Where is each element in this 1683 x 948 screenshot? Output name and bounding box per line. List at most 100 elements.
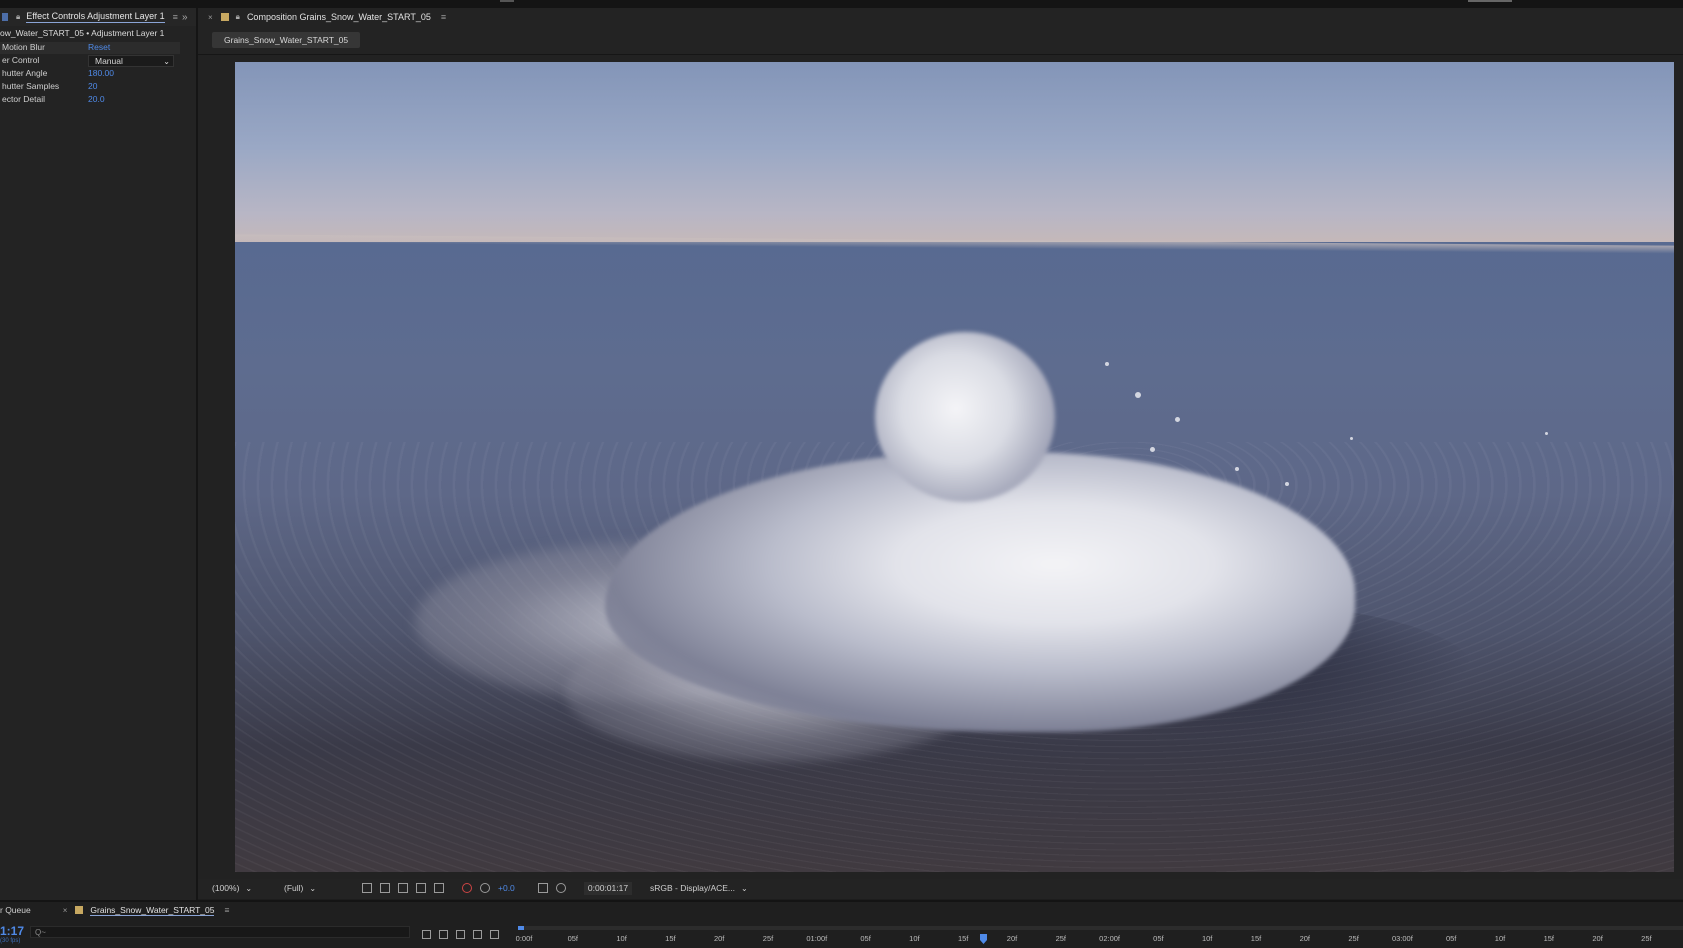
ruler-tick-label: 01:00f — [806, 934, 828, 943]
work-area-start[interactable] — [518, 926, 524, 930]
vector-detail-value[interactable]: 20.0 — [88, 94, 105, 104]
close-icon[interactable]: × — [208, 13, 213, 22]
tab-timeline-comp[interactable]: Grains_Snow_Water_START_05 — [90, 905, 215, 916]
panel-menu-icon[interactable]: ≡ — [441, 12, 446, 22]
reset-link[interactable]: Reset — [88, 42, 110, 52]
prop-label: er Control — [2, 55, 40, 65]
effect-name: Motion Blur — [2, 42, 45, 52]
viewer-timecode[interactable]: 0:00:01:17 — [584, 882, 632, 895]
ruler-tick-label: 02:00f — [1099, 934, 1121, 943]
chevron-down-icon: ⌄ — [741, 884, 748, 893]
ruler-tick-label: 25f — [1055, 934, 1067, 943]
droplet — [1105, 362, 1109, 366]
color-channel-icon[interactable] — [462, 883, 472, 893]
ruler-tick-label: 15f — [957, 934, 969, 943]
guides-icon[interactable] — [416, 883, 426, 893]
ruler-tick-label: 05f — [860, 934, 871, 943]
prop-shutter-control: er Control Manual ⌄ — [0, 55, 180, 67]
color-management-value: sRGB - Display/ACE... — [650, 883, 736, 893]
prop-shutter-samples: hutter Samples 20 — [0, 81, 180, 93]
chevron-down-icon: ⌄ — [309, 884, 317, 893]
close-icon[interactable]: × — [63, 906, 68, 915]
shutter-control-dropdown[interactable]: Manual ⌄ — [88, 55, 174, 67]
effect-controls-title[interactable]: Effect Controls Adjustment Layer 1 — [26, 11, 165, 23]
draft-3d-icon[interactable] — [439, 930, 448, 939]
ruler-tick-label: 03:00f — [1391, 934, 1413, 943]
droplet — [1235, 467, 1239, 471]
shutter-angle-value[interactable]: 180.00 — [88, 68, 114, 78]
timeline-switches — [422, 926, 507, 939]
composition-flowchart-icon[interactable] — [422, 930, 431, 939]
comp-swatch-icon — [75, 906, 84, 914]
camera-snapshot-icon[interactable] — [538, 883, 548, 893]
top-strip — [0, 0, 1683, 8]
droplet — [1350, 437, 1353, 440]
panel-menu-icon[interactable]: ≡ — [224, 905, 229, 915]
prop-vector-detail: ector Detail 20.0 — [0, 94, 180, 106]
sky-region — [235, 62, 1674, 252]
composition-title[interactable]: Composition Grains_Snow_Water_START_05 — [247, 12, 431, 22]
resolution-value: (Full) — [284, 883, 304, 893]
ruler-tick-label: 15f — [665, 934, 676, 943]
comp-swatch-icon — [220, 13, 229, 21]
ruler-tick-label: 25f — [762, 934, 774, 943]
ruler-tick-label: 10f — [909, 934, 920, 943]
ruler-tick-label: 25f — [1641, 934, 1652, 943]
chevron-down-icon: ⌄ — [163, 57, 170, 66]
lock-icon[interactable]: 🔒︎ — [236, 12, 240, 22]
resolution-dropdown[interactable]: (Full) ⌄ — [284, 882, 316, 895]
shutter-samples-value[interactable]: 20 — [88, 81, 97, 91]
work-area-bar[interactable] — [518, 926, 1683, 930]
viewer-controls: (100%) ⌄ (Full) ⌄ +0.0 0:00:01:17 sRGB - D… — [198, 879, 1683, 899]
zoom-dropdown[interactable]: (100%) ⌄ — [212, 882, 252, 895]
shy-layers-icon[interactable] — [456, 930, 465, 939]
layer-path: ow_Water_START_05 • Adjustment Layer 1 — [0, 28, 165, 38]
effect-controls-header: 🔒︎ Effect Controls Adjustment Layer 1 ≡ … — [0, 8, 196, 26]
frame-rate: (30 fps) — [0, 938, 21, 944]
ruler-tick-label: 25f — [1348, 934, 1359, 943]
droplet — [1175, 417, 1180, 422]
current-time[interactable]: 1:17 — [0, 924, 24, 938]
ruler-tick-label: 10f — [616, 934, 627, 943]
droplet — [1285, 482, 1289, 486]
region-of-interest-icon[interactable] — [362, 883, 372, 893]
show-snapshot-icon[interactable] — [556, 883, 566, 893]
zoom-value: (100%) — [212, 883, 240, 893]
ruler-tick-label: 0:00f — [515, 934, 533, 943]
panel-grip-icon[interactable] — [2, 13, 8, 21]
ruler-tick-label: 10f — [1494, 934, 1506, 943]
composition-viewer[interactable] — [235, 62, 1674, 872]
ruler-tick-label: 05f — [1153, 934, 1164, 943]
timeline-tabs: r Queue × Grains_Snow_Water_START_05 ≡ — [0, 902, 1683, 918]
ruler-tick-label: 05f — [567, 934, 579, 943]
expand-panels-icon[interactable]: » — [182, 12, 188, 23]
prop-label: hutter Angle — [2, 68, 48, 78]
grid-icon[interactable] — [434, 883, 444, 893]
color-management-dropdown[interactable]: sRGB - Display/ACE... ⌄ — [650, 882, 748, 895]
chevron-down-icon: ⌄ — [245, 884, 253, 893]
prop-label: hutter Samples — [2, 81, 60, 91]
ruler-tick-label: 20f — [1592, 934, 1603, 943]
lock-icon[interactable]: 🔒︎ — [16, 12, 20, 22]
timeline-panel: r Queue × Grains_Snow_Water_START_05 ≡ 1… — [0, 900, 1683, 948]
timeline-search-input[interactable]: Q~ — [30, 926, 410, 938]
ruler-tick-label: 15f — [1250, 934, 1262, 943]
dropdown-value: Manual — [95, 56, 123, 66]
exposure-value[interactable]: +0.0 — [498, 883, 515, 893]
prop-shutter-angle: hutter Angle 180.00 — [0, 68, 180, 80]
ruler-tick-label: 20f — [713, 934, 725, 943]
ruler-tick-label: 10f — [1201, 934, 1213, 943]
exposure-reset-icon[interactable] — [480, 883, 490, 893]
ruler-tick-label: 20f — [1299, 934, 1311, 943]
transparency-grid-icon[interactable] — [380, 883, 390, 893]
motion-blur-icon[interactable] — [490, 930, 499, 939]
frame-blending-icon[interactable] — [473, 930, 482, 939]
time-ruler[interactable]: 0:00f 05f 10f 15f 20f 25f 01:00f 05f 10f 15f 20f 25… — [515, 926, 1683, 948]
effect-row-motion-blur[interactable]: Motion Blur Reset — [0, 42, 180, 54]
mask-visibility-icon[interactable] — [398, 883, 408, 893]
tab-render-queue[interactable]: r Queue — [0, 905, 31, 915]
splash-crest — [875, 332, 1055, 502]
tab-composition[interactable]: Grains_Snow_Water_START_05 — [212, 32, 361, 48]
playhead[interactable] — [980, 934, 987, 944]
panel-menu-icon[interactable]: ≡ — [173, 12, 178, 22]
